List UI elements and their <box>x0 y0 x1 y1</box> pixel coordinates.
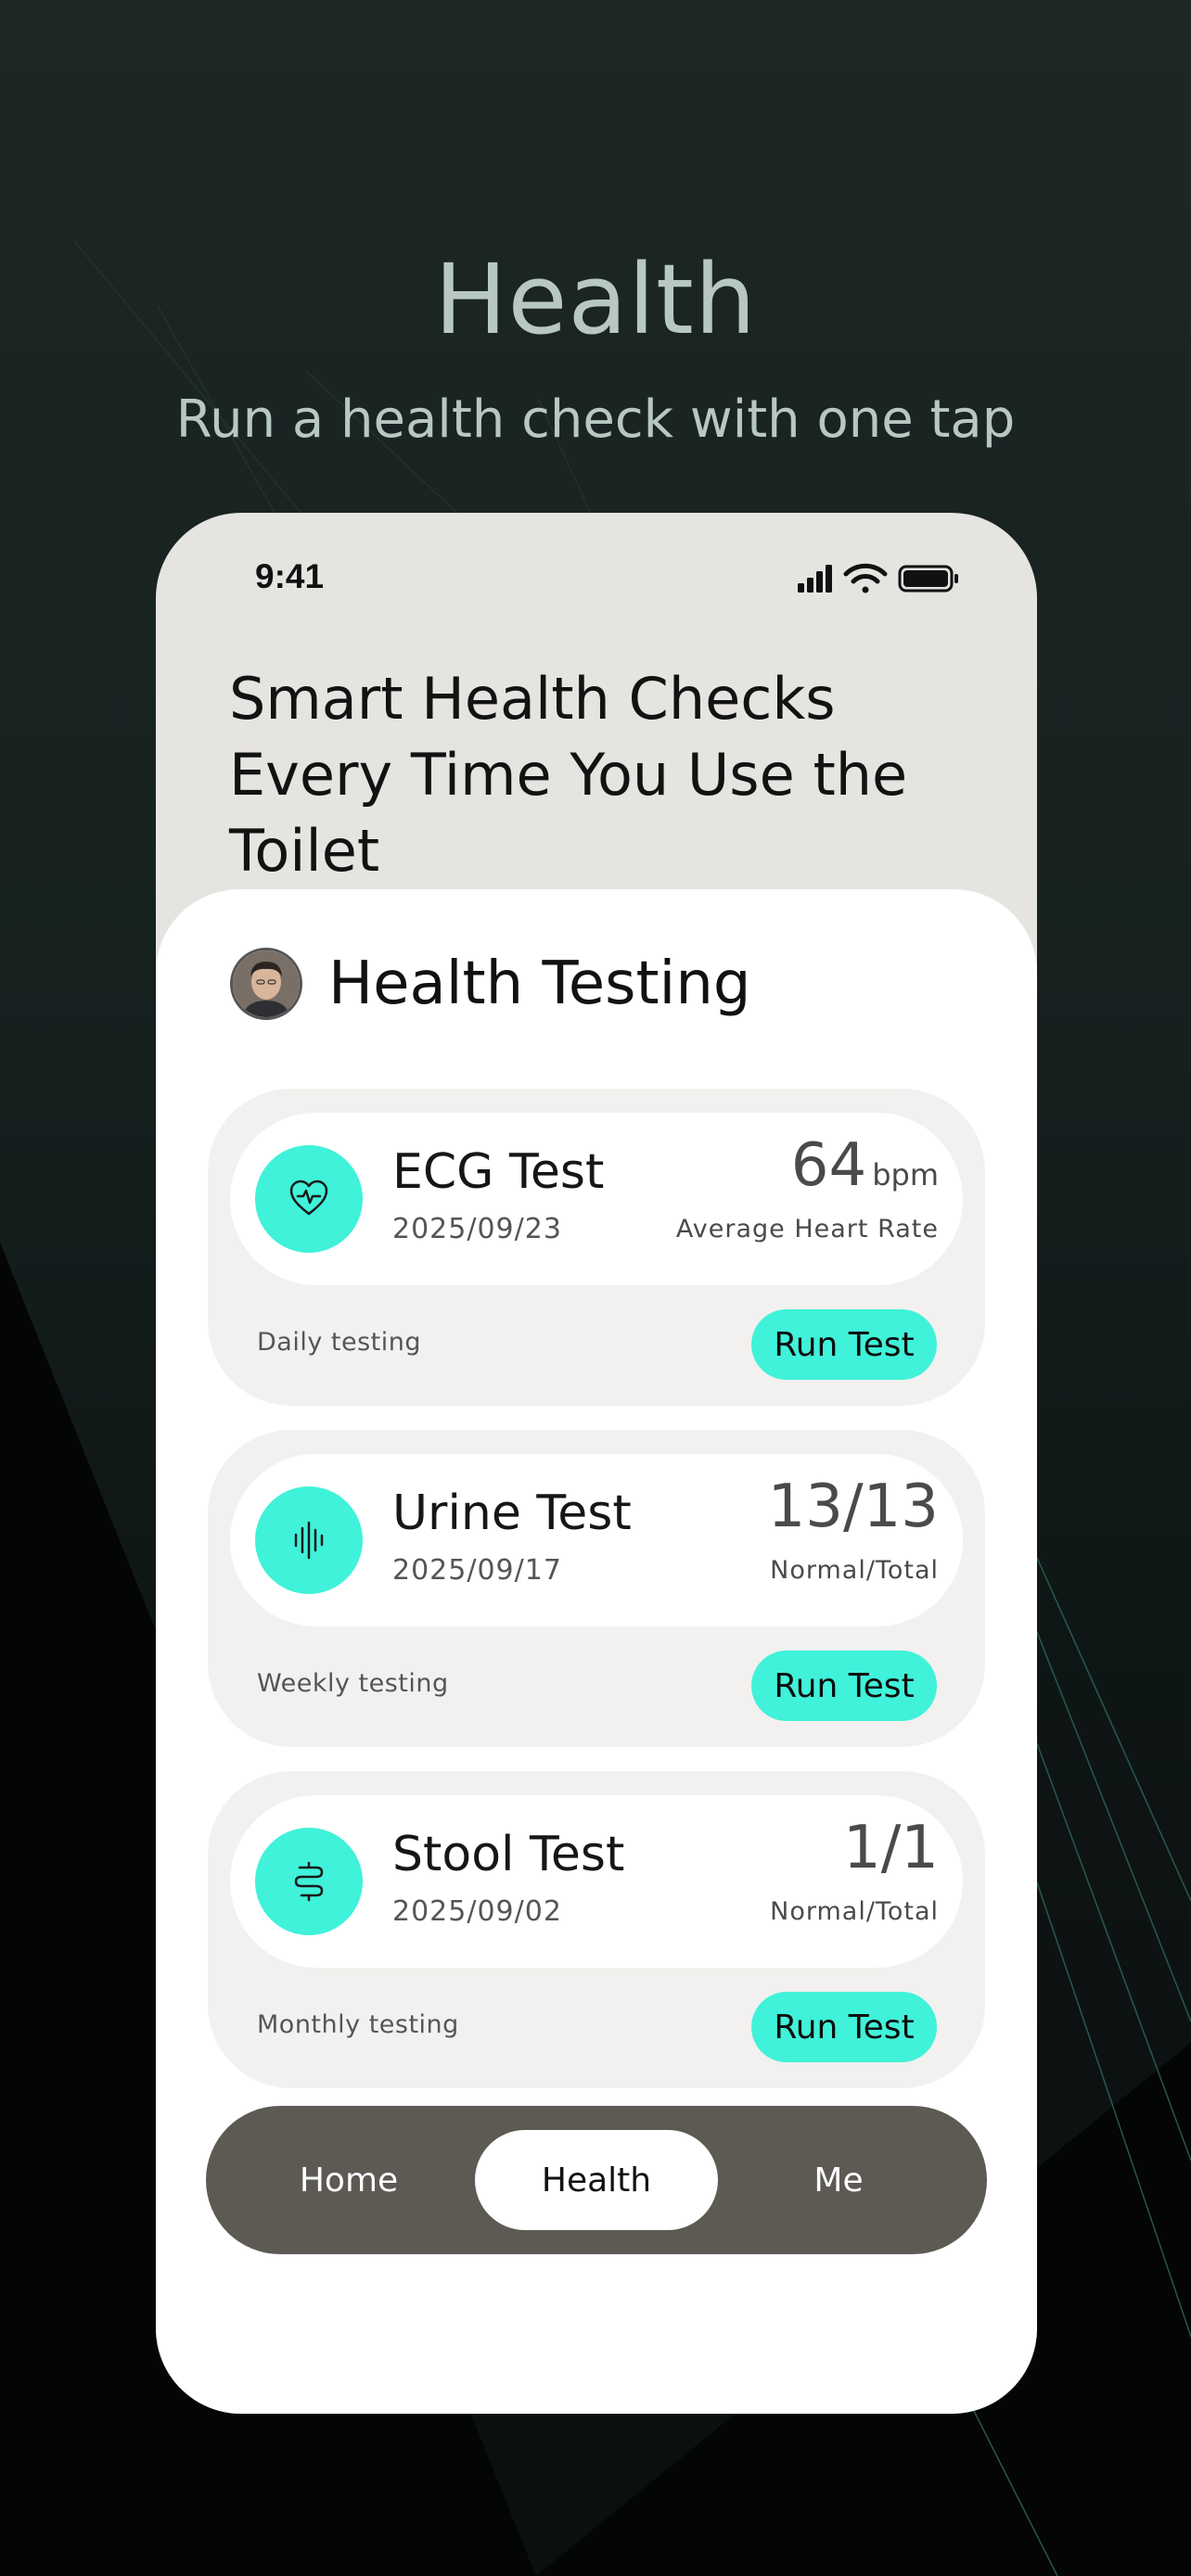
tab-home[interactable]: Home <box>263 2106 434 2254</box>
test-card-ecg: ECG Test 2025/09/23 64 bpm Average Heart … <box>208 1089 985 1406</box>
run-test-button[interactable]: Run Test <box>751 1992 937 2062</box>
test-value: 64 bpm <box>791 1131 939 1200</box>
status-time: 9:41 <box>255 557 325 595</box>
content-sheet: Health Testing ECG Test 2025/09/23 64 bpm… <box>156 889 1037 2414</box>
phone-headline: Smart Health Checks Every Time You Use t… <box>229 665 908 885</box>
test-name: Urine Test <box>392 1486 632 1541</box>
run-test-button[interactable]: Run Test <box>751 1651 937 1721</box>
test-value: 13/13 <box>768 1473 939 1541</box>
test-card-urine: Urine Test 2025/09/17 13/13 Normal/Total… <box>208 1430 985 1747</box>
test-summary[interactable]: Stool Test 2025/09/02 1/1 Normal/Total <box>230 1795 963 1968</box>
hero-title: Health <box>434 243 757 356</box>
section-header: Health Testing <box>230 947 751 1021</box>
test-date: 2025/09/02 <box>392 1895 562 1928</box>
test-frequency: Weekly testing <box>257 1669 449 1698</box>
test-name: Stool Test <box>392 1827 625 1882</box>
value-number: 1/1 <box>843 1814 939 1882</box>
cellular-signal-icon <box>798 565 832 593</box>
status-icons <box>798 563 958 593</box>
battery-icon <box>898 565 958 593</box>
intestine-icon <box>255 1828 363 1935</box>
tab-me[interactable]: Me <box>753 2106 924 2254</box>
value-number: 13/13 <box>767 1473 939 1541</box>
test-summary[interactable]: ECG Test 2025/09/23 64 bpm Average Heart … <box>230 1113 963 1285</box>
test-date: 2025/09/17 <box>392 1554 562 1587</box>
value-label: Normal/Total <box>770 1897 939 1926</box>
value-number: 64 <box>790 1131 867 1200</box>
test-frequency: Monthly testing <box>257 2010 459 2039</box>
section-title: Health Testing <box>328 950 751 1018</box>
heart-rate-icon <box>255 1145 363 1253</box>
avatar[interactable] <box>230 948 302 1020</box>
test-date: 2025/09/23 <box>392 1213 562 1245</box>
avatar-image <box>233 950 300 1017</box>
wifi-icon <box>843 563 888 593</box>
test-summary[interactable]: Urine Test 2025/09/17 13/13 Normal/Total <box>230 1454 963 1626</box>
value-unit: bpm <box>872 1157 939 1192</box>
run-test-button[interactable]: Run Test <box>751 1309 937 1380</box>
test-value: 1/1 <box>843 1814 939 1882</box>
value-label: Average Heart Rate <box>675 1215 939 1243</box>
phone-mockup: 9:41 Smart Health Checks Every Time You … <box>156 513 1037 2414</box>
value-label: Normal/Total <box>770 1556 939 1585</box>
test-frequency: Daily testing <box>257 1328 422 1357</box>
hero-subtitle: Run a health check with one tap <box>175 389 1016 450</box>
tab-bar: Home Health Me <box>206 2106 987 2254</box>
test-name: ECG Test <box>392 1144 605 1200</box>
waveform-icon <box>255 1486 363 1594</box>
tab-health[interactable]: Health <box>475 2130 718 2230</box>
test-card-stool: Stool Test 2025/09/02 1/1 Normal/Total M… <box>208 1771 985 2088</box>
